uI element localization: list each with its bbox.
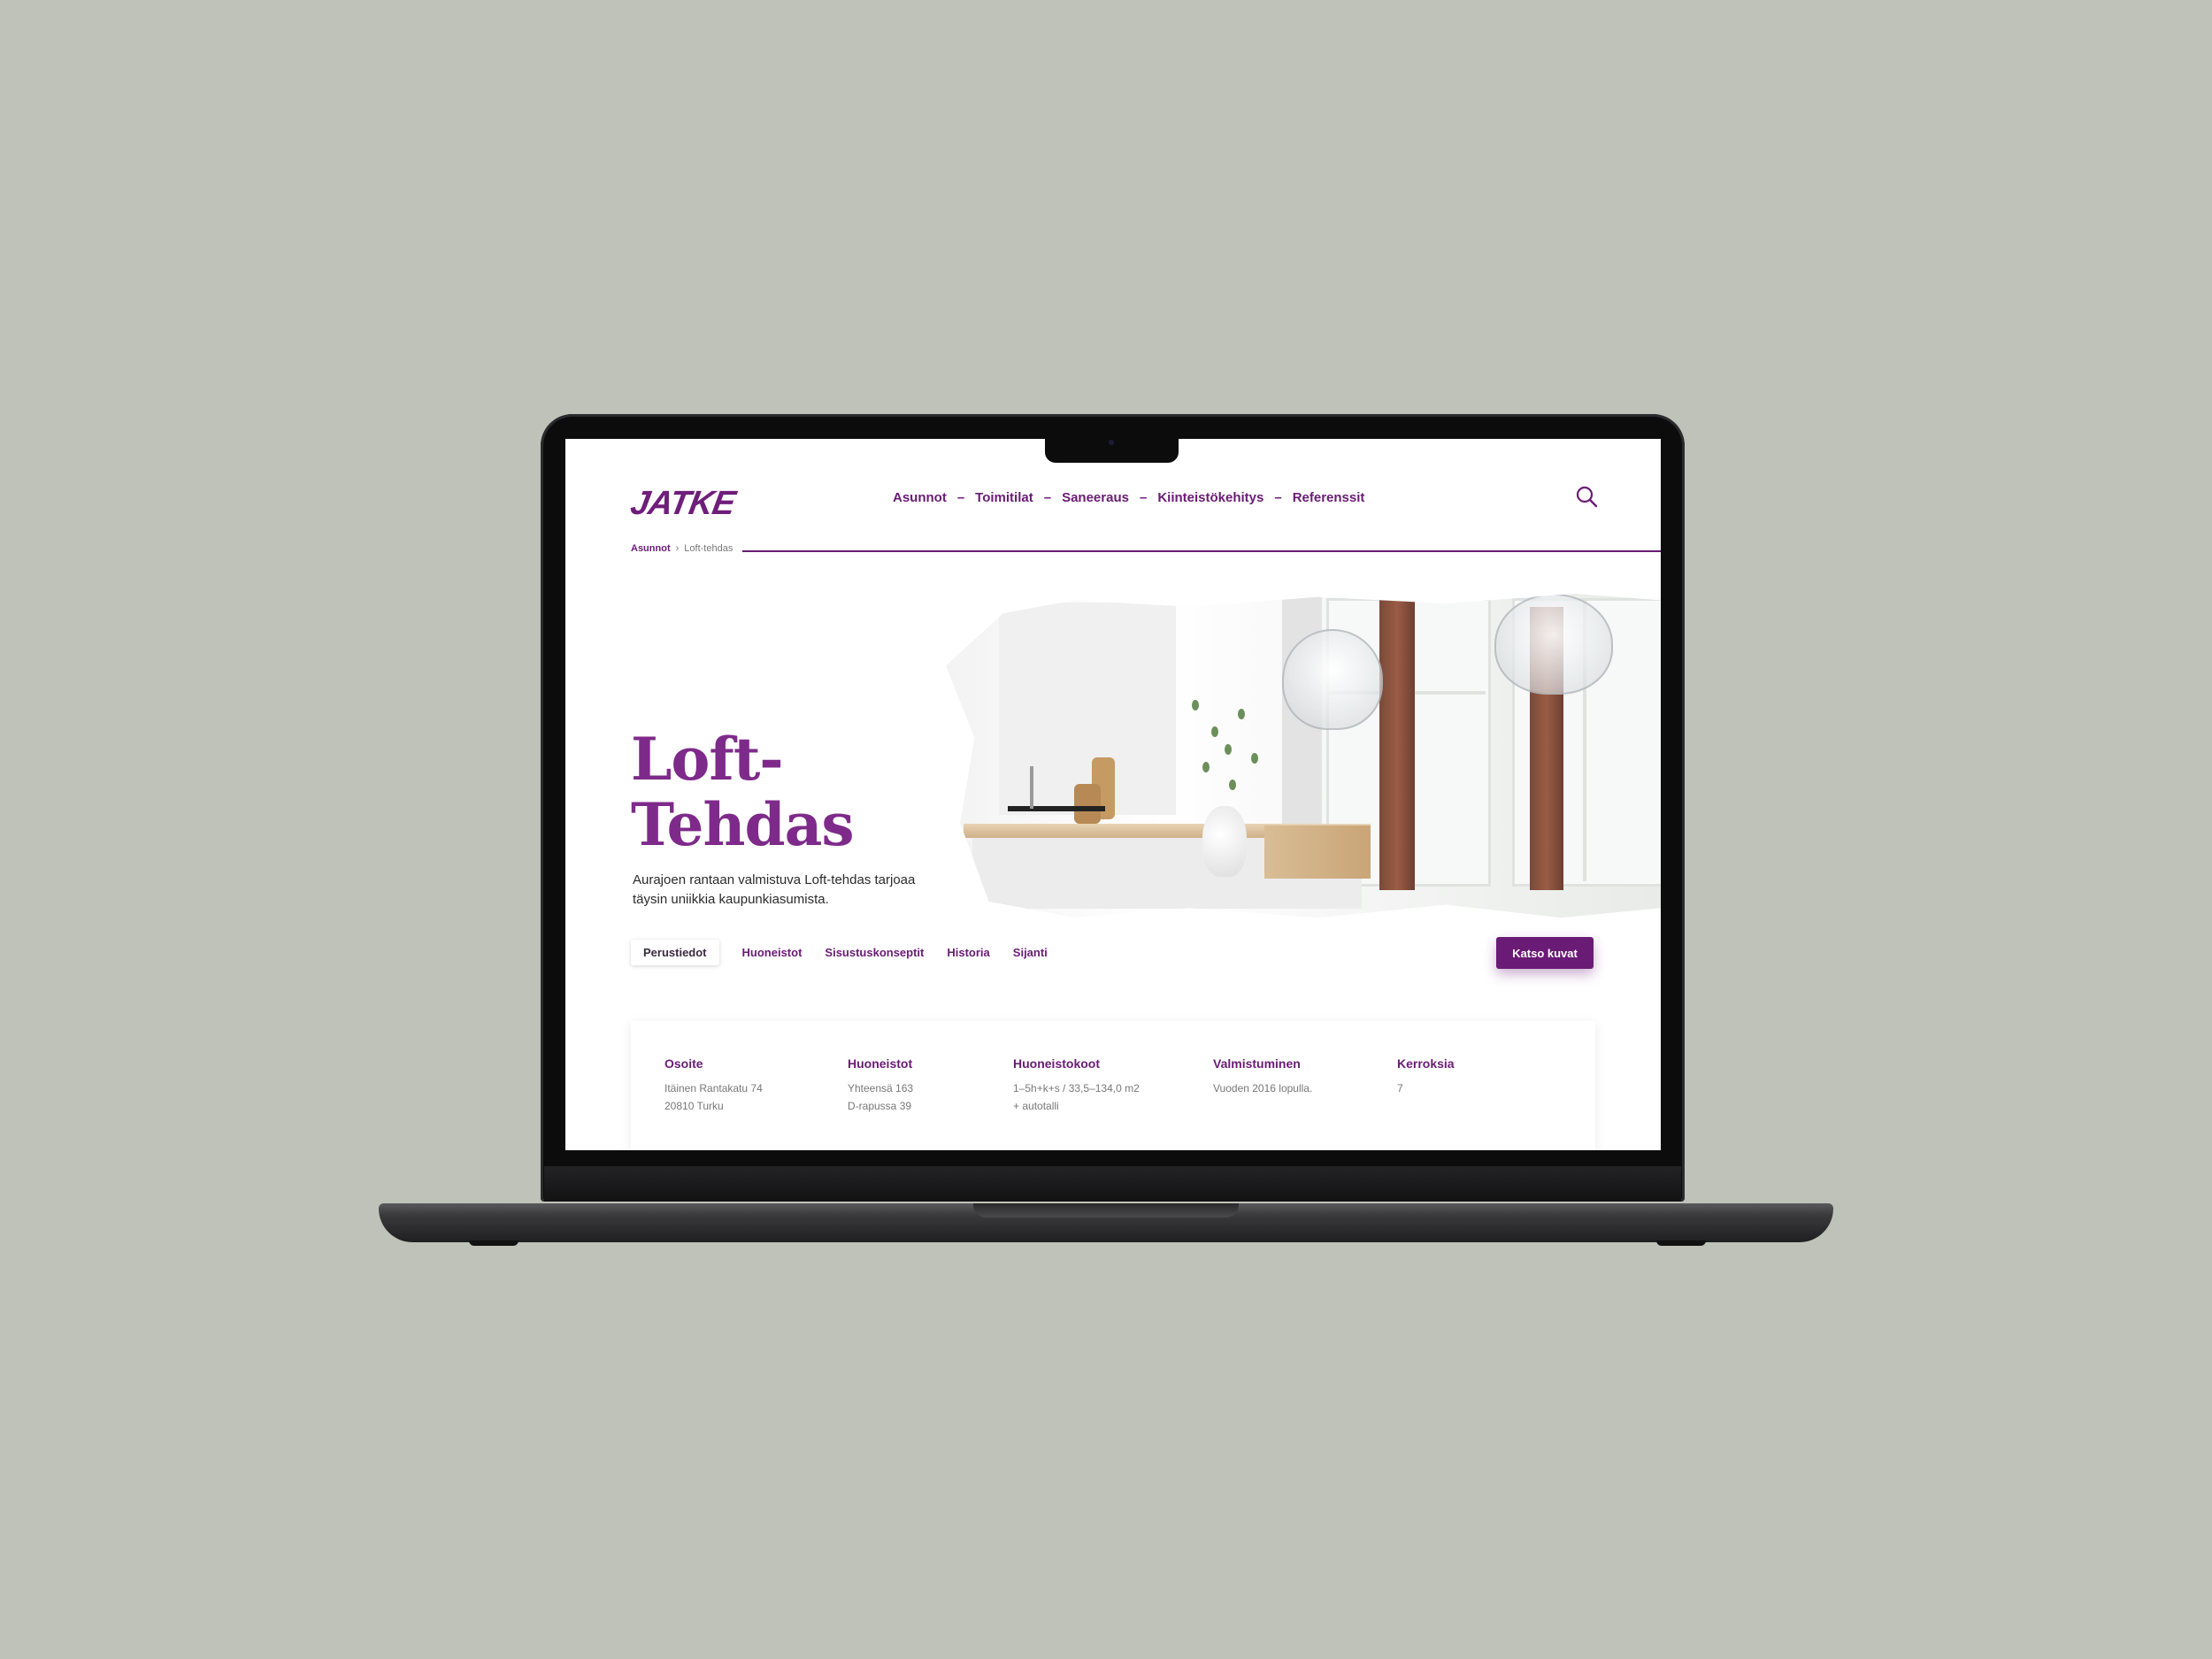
webcam [1109,440,1114,445]
info-apartments: Huoneistot Yhteensä 163 D-rapussa 39 [848,1056,913,1115]
laptop-opening-notch [973,1203,1239,1217]
info-value: Vuoden 2016 lopulla. [1213,1082,1313,1094]
nav-item-asunnot[interactable]: Asunnot [893,490,947,505]
info-value: + autotalli [1013,1100,1059,1112]
laptop-foot [469,1240,518,1246]
website-screen: JATKE Asunnot – Toimitilat – Saneeraus –… [565,439,1661,1150]
info-value: 1–5h+k+s / 33,5–134,0 m2 [1013,1082,1140,1094]
laptop-foot [1656,1240,1706,1246]
kitchen-interior-photo [946,594,1661,918]
info-address: Osoite Itäinen Rantakatu 74 20810 Turku [664,1056,763,1115]
info-heading: Valmistuminen [1213,1056,1301,1071]
tab-sijanti[interactable]: Sijanti [1013,940,1048,965]
tab-historia[interactable]: Historia [947,940,989,965]
search-icon[interactable] [1574,484,1599,509]
info-value: Itäinen Rantakatu 74 [664,1082,763,1094]
info-value: 20810 Turku [664,1100,724,1112]
tab-perustiedot[interactable]: Perustiedot [631,940,719,965]
page-title: Loft- Tehdas [631,725,855,859]
nav-separator: – [1043,490,1052,505]
jatke-logo[interactable]: JATKE [627,485,737,523]
info-heading: Osoite [664,1056,703,1071]
nav-separator: – [1274,490,1282,505]
info-completion: Valmistuminen Vuoden 2016 lopulla. [1213,1056,1312,1097]
info-heading: Huoneistot [848,1056,913,1071]
title-line-1: Loft- [631,725,784,794]
nav-item-saneeraus[interactable]: Saneeraus [1062,490,1129,505]
chevron-right-icon: › [675,543,680,554]
nav-separator: – [1139,490,1148,505]
main-nav: Asunnot – Toimitilat – Saneeraus – Kiint… [893,490,1364,505]
info-heading: Huoneistokoot [1013,1056,1100,1071]
info-value: Yhteensä 163 [848,1082,914,1094]
nav-item-kiinteistokehitys[interactable]: Kiinteistökehitys [1157,490,1263,505]
tab-huoneistot[interactable]: Huoneistot [742,940,803,965]
property-info-card: Osoite Itäinen Rantakatu 74 20810 Turku … [631,1021,1595,1150]
nav-item-toimitilat[interactable]: Toimitilat [975,490,1033,505]
hero-image [910,594,1661,921]
laptop-chin [544,1166,1681,1202]
info-apartment-sizes: Huoneistokoot 1–5h+k+s / 33,5–134,0 m2 +… [1013,1056,1140,1115]
section-tabs: Perustiedot Huoneistot Sisustuskonseptit… [631,940,1048,965]
nav-separator: – [956,490,965,505]
nav-item-referenssit[interactable]: Referenssit [1293,490,1365,505]
title-line-2: Tehdas [631,790,855,859]
breadcrumb-current: Loft-tehdas [684,543,733,554]
hero-description: Aurajoen rantaan valmistuva Loft-tehdas … [633,872,916,907]
breadcrumb: Asunnot › Loft-tehdas [631,543,733,554]
breadcrumb-asunnot[interactable]: Asunnot [631,543,671,554]
info-value: 7 [1397,1082,1403,1094]
tab-sisustuskonseptit[interactable]: Sisustuskonseptit [825,940,924,965]
breadcrumb-divider [742,550,1661,552]
view-photos-button[interactable]: Katso kuvat [1496,937,1594,969]
info-value: D-rapussa 39 [848,1100,912,1112]
info-heading: Kerroksia [1397,1056,1455,1071]
info-floors: Kerroksia 7 [1397,1056,1455,1097]
